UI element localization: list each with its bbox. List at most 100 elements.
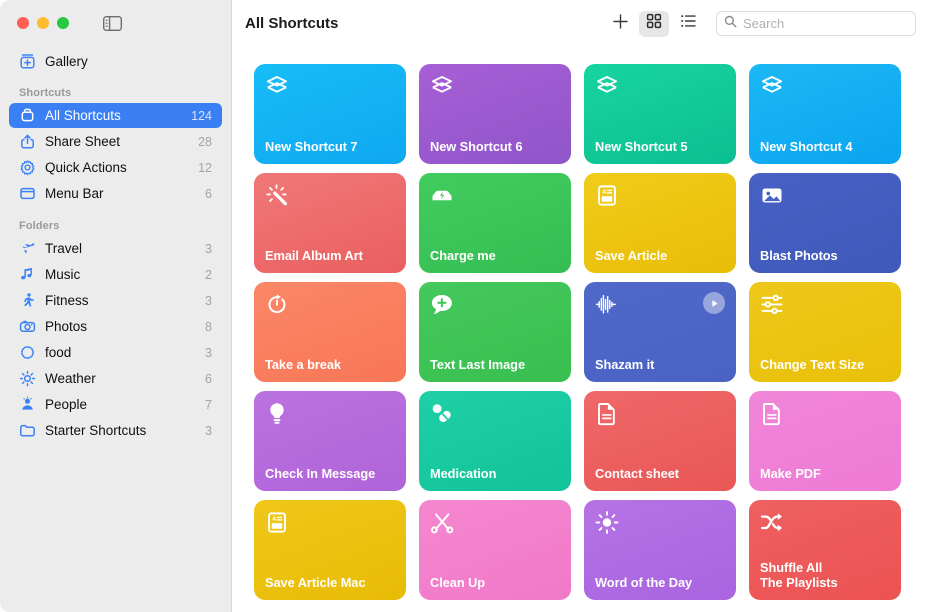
sidebar-item-count: 2 (205, 268, 214, 282)
document-icon (760, 401, 784, 425)
sidebar-item-all-shortcuts[interactable]: All Shortcuts 124 (9, 103, 222, 128)
layers-icon (430, 74, 454, 98)
shortcut-card[interactable]: Contact sheet (584, 391, 736, 491)
search-field[interactable] (716, 11, 916, 36)
shortcut-card[interactable]: Make PDF (749, 391, 901, 491)
sidebar-item-label: Quick Actions (45, 160, 198, 175)
sidebar-item-count: 3 (205, 294, 214, 308)
sun-icon (595, 510, 619, 534)
document-icon (595, 401, 619, 425)
sidebar-item-food[interactable]: food 3 (9, 340, 222, 365)
sidebar-item-count: 28 (198, 135, 214, 149)
sidebar-item-photos[interactable]: Photos 8 (9, 314, 222, 339)
svg-text:A: A (602, 189, 606, 195)
sidebar-item-count: 12 (198, 161, 214, 175)
sidebar-item-label: food (45, 345, 205, 360)
shortcut-card-title: New Shortcut 7 (265, 139, 395, 154)
magic-wand-icon (265, 183, 289, 207)
shortcut-card[interactable]: New Shortcut 4 (749, 64, 901, 164)
shortcut-card-title: New Shortcut 6 (430, 139, 560, 154)
music-note-icon (18, 265, 37, 284)
timer-icon (265, 292, 289, 316)
shortcut-card[interactable]: ASave Article (584, 173, 736, 273)
sidebar-item-label: Photos (45, 319, 205, 334)
shortcut-card-title: Text Last Image (430, 357, 560, 372)
shortcut-card-title: Blast Photos (760, 248, 890, 263)
sidebar-item-label: People (45, 397, 205, 412)
shortcut-card[interactable]: Email Album Art (254, 173, 406, 273)
sidebar-item-quick-actions[interactable]: Quick Actions 12 (9, 155, 222, 180)
add-shortcut-button[interactable] (605, 11, 635, 37)
sidebar-item-count: 3 (205, 242, 214, 256)
sidebar-item-count: 124 (191, 109, 214, 123)
list-view-button[interactable] (673, 11, 703, 37)
sidebar-item-label: All Shortcuts (45, 108, 191, 123)
shortcut-card[interactable]: ASave Article Mac (254, 500, 406, 600)
sidebar-item-travel[interactable]: Travel 3 (9, 236, 222, 261)
sidebar-item-weather[interactable]: Weather 6 (9, 366, 222, 391)
shortcut-card[interactable]: Change Text Size (749, 282, 901, 382)
shortcut-card[interactable]: Clean Up (419, 500, 571, 600)
shortcuts-grid: New Shortcut 7 New Shortcut 6 New Shortcut… (232, 47, 932, 612)
sliders-icon (760, 292, 784, 316)
sidebar-item-share-sheet[interactable]: Share Sheet 28 (9, 129, 222, 154)
sidebar-item-label: Share Sheet (45, 134, 198, 149)
sidebar: Gallery Shortcuts All Shortcuts 124 (0, 0, 232, 612)
sidebar-item-count: 6 (205, 187, 214, 201)
sidebar-item-count: 3 (205, 346, 214, 360)
article-icon: A (265, 510, 289, 534)
zoom-button[interactable] (57, 17, 69, 29)
sidebar-item-label: Gallery (45, 54, 214, 69)
shortcut-card-title: Email Album Art (265, 248, 395, 263)
sidebar-item-menu-bar[interactable]: Menu Bar 6 (9, 181, 222, 206)
main-content: All Shortcuts (232, 0, 932, 612)
shortcut-card-title: Shuffle All The Playlists (760, 560, 890, 590)
all-shortcuts-icon (18, 106, 37, 125)
sidebar-item-starter-shortcuts[interactable]: Starter Shortcuts 3 (9, 418, 222, 443)
shortcut-card-title: New Shortcut 4 (760, 139, 890, 154)
sidebar-toggle-icon[interactable] (102, 15, 122, 31)
sidebar-item-gallery[interactable]: Gallery (9, 49, 222, 74)
shortcut-card[interactable]: Charge me (419, 173, 571, 273)
dotted-circle-icon (18, 343, 37, 362)
shortcut-card[interactable]: New Shortcut 5 (584, 64, 736, 164)
shortcut-card-title: Check In Message (265, 466, 395, 481)
ev-car-icon (430, 183, 454, 207)
shortcut-card[interactable]: Shuffle All The Playlists (749, 500, 901, 600)
grid-view-button[interactable] (639, 11, 669, 37)
gallery-icon (18, 52, 37, 71)
shortcut-card[interactable]: Check In Message (254, 391, 406, 491)
layers-icon (595, 74, 619, 98)
waveform-icon (595, 292, 619, 316)
sidebar-item-people[interactable]: People 7 (9, 392, 222, 417)
close-button[interactable] (17, 17, 29, 29)
shortcut-card-title: Make PDF (760, 466, 890, 481)
layers-icon (760, 74, 784, 98)
shortcut-card[interactable]: Take a break (254, 282, 406, 382)
shortcut-card[interactable]: New Shortcut 7 (254, 64, 406, 164)
search-icon (724, 15, 737, 33)
person-icon (18, 395, 37, 414)
sidebar-item-count: 8 (205, 320, 214, 334)
shortcut-card[interactable]: Shazam it (584, 282, 736, 382)
plus-icon (612, 13, 629, 35)
sun-icon (18, 369, 37, 388)
shortcut-card[interactable]: Medication (419, 391, 571, 491)
page-title: All Shortcuts (245, 15, 338, 32)
shortcut-card[interactable]: Text Last Image (419, 282, 571, 382)
sidebar-item-count: 6 (205, 372, 214, 386)
sidebar-item-music[interactable]: Music 2 (9, 262, 222, 287)
window-controls-row (0, 0, 231, 46)
shortcut-card[interactable]: New Shortcut 6 (419, 64, 571, 164)
shortcut-card-title: Contact sheet (595, 466, 725, 481)
shortcut-card[interactable]: Word of the Day (584, 500, 736, 600)
shortcut-card[interactable]: Blast Photos (749, 173, 901, 273)
sidebar-item-fitness[interactable]: Fitness 3 (9, 288, 222, 313)
search-input[interactable] (743, 16, 908, 31)
shortcut-card-title: Word of the Day (595, 575, 725, 590)
minimize-button[interactable] (37, 17, 49, 29)
lightbulb-icon (265, 401, 289, 425)
grid-view-icon (646, 13, 662, 34)
play-badge-icon[interactable] (703, 292, 725, 314)
sidebar-item-label: Travel (45, 241, 205, 256)
